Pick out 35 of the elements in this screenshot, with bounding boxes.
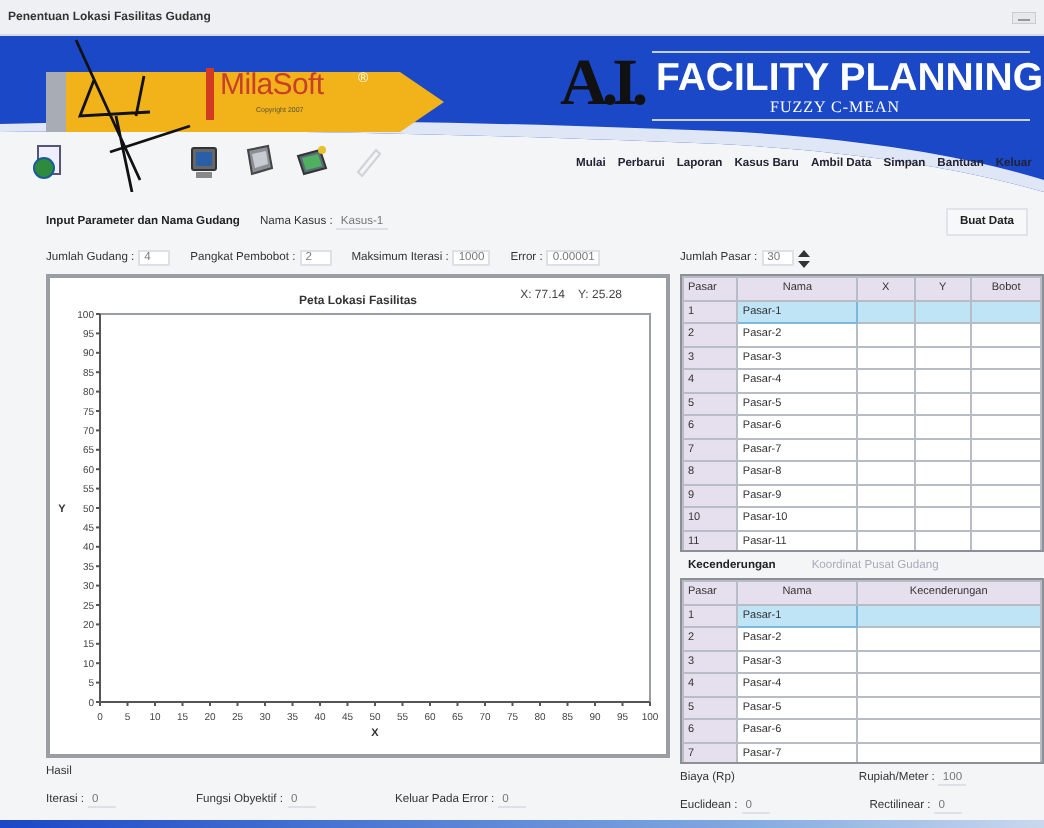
table-cell bbox=[971, 369, 1041, 392]
table-cell bbox=[857, 507, 915, 530]
table-cell bbox=[857, 461, 915, 484]
monitor-icon[interactable] bbox=[244, 144, 276, 180]
brand-name: MilaSoft bbox=[220, 68, 324, 102]
globe-icon[interactable] bbox=[32, 144, 64, 180]
table-cell bbox=[857, 415, 915, 438]
table-cell bbox=[971, 484, 1041, 507]
table-cell bbox=[857, 438, 915, 461]
table-cell bbox=[857, 346, 915, 369]
banner-subtitle: FUZZY C-MEAN bbox=[770, 98, 901, 116]
table-cell bbox=[914, 484, 972, 507]
banner-title: FACILITY PLANNING bbox=[656, 56, 1044, 101]
table-cell bbox=[971, 392, 1041, 415]
table-cell bbox=[971, 507, 1041, 530]
table-cell bbox=[914, 507, 972, 530]
table-cell bbox=[857, 323, 915, 346]
table-cell bbox=[971, 461, 1041, 484]
table-cell bbox=[857, 484, 915, 507]
table-cell bbox=[914, 415, 972, 438]
tablet-icon[interactable] bbox=[296, 144, 328, 180]
table-cell bbox=[857, 392, 915, 415]
table-cell bbox=[971, 346, 1041, 369]
computer-icon[interactable] bbox=[188, 144, 220, 180]
table-cell bbox=[857, 369, 915, 392]
table-cell bbox=[914, 323, 972, 346]
table-cell bbox=[971, 438, 1041, 461]
table-cell bbox=[971, 323, 1041, 346]
ai-logo: A.I. bbox=[560, 48, 643, 122]
table-cell bbox=[914, 438, 972, 461]
table-cell bbox=[914, 461, 972, 484]
table-cell bbox=[914, 392, 972, 415]
table-cell bbox=[971, 415, 1041, 438]
table-cell bbox=[914, 346, 972, 369]
table-cell bbox=[914, 369, 972, 392]
